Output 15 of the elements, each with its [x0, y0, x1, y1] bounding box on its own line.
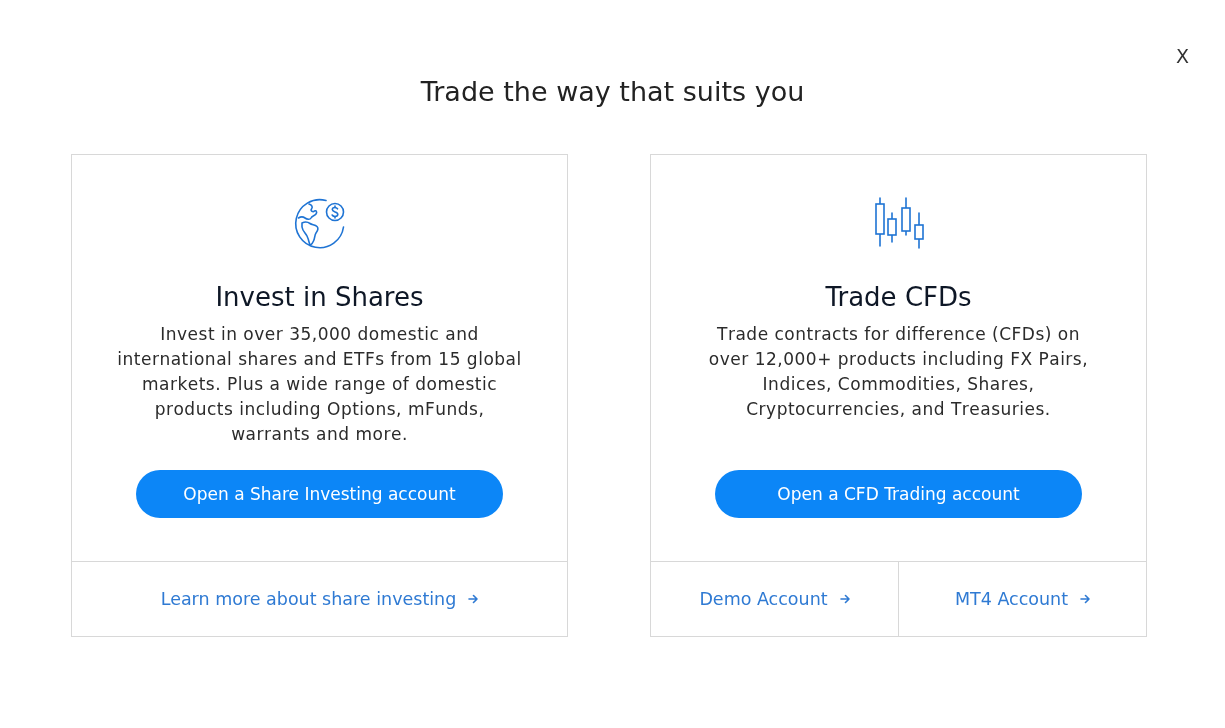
card-link[interactable]: MT4 Account: [954, 587, 1091, 611]
arrow-right-icon: [839, 594, 850, 604]
card-description: Invest in over 35,000 domestic and international shares and ETFs from 15 global markets. Plus a wide range of domestic products including Options, mFunds, warrants and more.: [116, 323, 523, 446]
arrow-right-icon: [468, 594, 479, 604]
modal-title: Trade the way that suits you: [419, 75, 806, 109]
card-link[interactable]: Learn more about share investing: [160, 587, 479, 611]
open-account-button[interactable]: Open a Share Investing account: [136, 470, 503, 518]
card-description: Trade contracts for difference (CFDs) on over 12,000+ products including FX Pairs, Indices, Commodities, Shares, Cryptocurrencies, and Treasuries.: [707, 323, 1090, 421]
card-heading: Invest in Shares: [215, 281, 424, 314]
open-account-button[interactable]: Open a CFD Trading account: [715, 470, 1082, 518]
globe-coin-icon: [292, 196, 347, 250]
card-link[interactable]: Demo Account: [699, 587, 850, 611]
arrow-right-icon: [1080, 594, 1091, 604]
close-button[interactable]: X: [1173, 44, 1191, 68]
card-heading: Trade CFDs: [825, 281, 972, 314]
